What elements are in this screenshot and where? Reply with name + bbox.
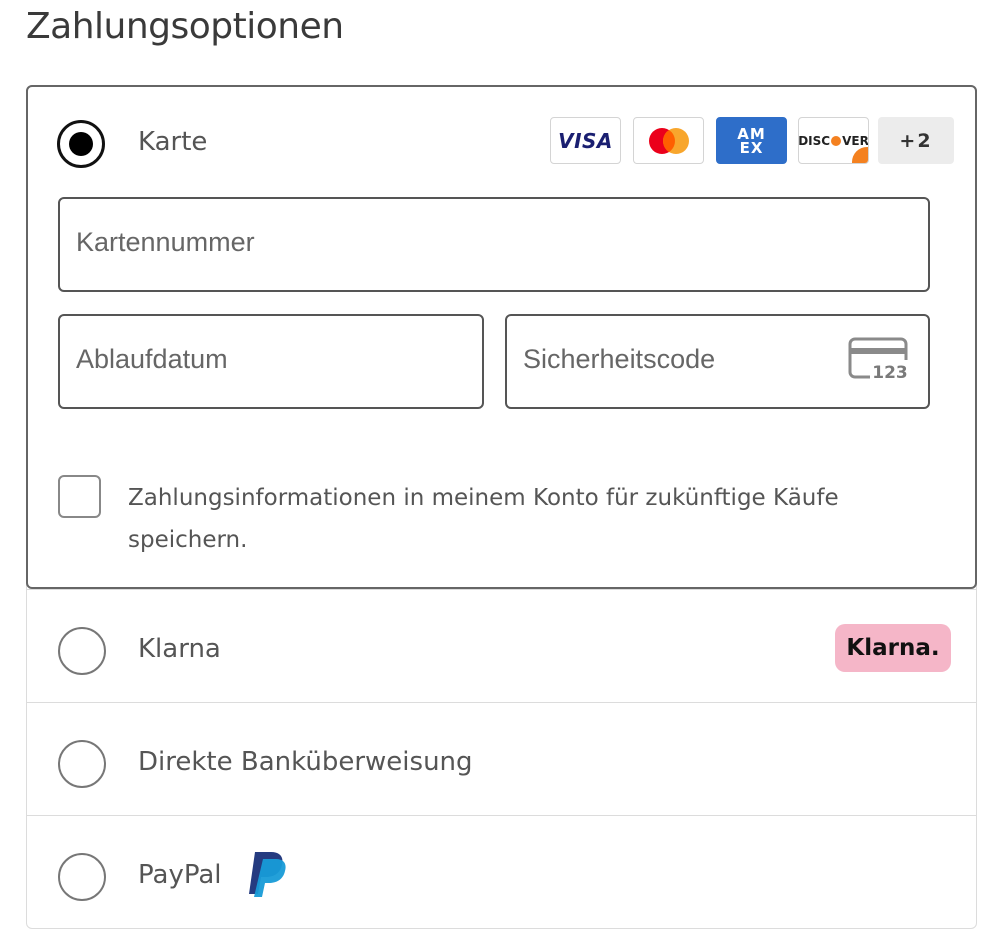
cvc-hint-text: 123 [872, 363, 908, 383]
payment-option-klarna[interactable]: Klarna Klarna. [27, 589, 976, 702]
expiry-date-input[interactable]: Ablaufdatum [58, 314, 484, 409]
amex-icon: AM EX [716, 117, 787, 164]
security-code-input[interactable]: Sicherheitscode 123 [505, 314, 930, 409]
payment-option-card[interactable]: Karte VISA AM EX DISC VER +2 Kartennummer … [26, 85, 977, 589]
visa-logo-text: VISA [558, 128, 613, 153]
expiry-date-placeholder: Ablaufdatum [76, 344, 228, 374]
klarna-logo-badge: Klarna. [835, 624, 951, 672]
paypal-icon [249, 852, 286, 897]
card-number-input[interactable]: Kartennummer [58, 197, 930, 292]
paypal-radio[interactable] [58, 853, 106, 901]
more-brands-badge: +2 [878, 117, 954, 164]
card-radio[interactable] [57, 120, 105, 168]
klarna-option-label: Klarna [138, 634, 221, 664]
klarna-radio[interactable] [58, 627, 106, 675]
visa-icon: VISA [550, 117, 621, 164]
paypal-option-label: PayPal [138, 860, 222, 890]
payment-options-list: Karte VISA AM EX DISC VER +2 Kartennummer … [26, 85, 977, 929]
amex-logo-text: AM EX [737, 124, 766, 157]
payment-option-bank-transfer[interactable]: Direkte Banküberweisung [27, 702, 976, 815]
save-payment-label[interactable]: Zahlungsinformationen in meinem Konto fü… [128, 477, 888, 561]
save-payment-checkbox[interactable] [58, 475, 101, 518]
bank-transfer-radio[interactable] [58, 740, 106, 788]
discover-icon: DISC VER [798, 117, 869, 164]
page-title: Zahlungsoptionen [26, 6, 344, 47]
security-code-placeholder: Sicherheitscode [523, 344, 716, 374]
card-cvc-icon: 123 [848, 337, 910, 383]
payment-option-paypal[interactable]: PayPal [27, 815, 976, 928]
bank-transfer-option-label: Direkte Banküberweisung [138, 747, 473, 777]
discover-logo-text: DISC VER [798, 133, 869, 148]
card-option-label: Karte [138, 127, 208, 157]
card-number-placeholder: Kartennummer [76, 227, 255, 257]
mastercard-icon [633, 117, 704, 164]
